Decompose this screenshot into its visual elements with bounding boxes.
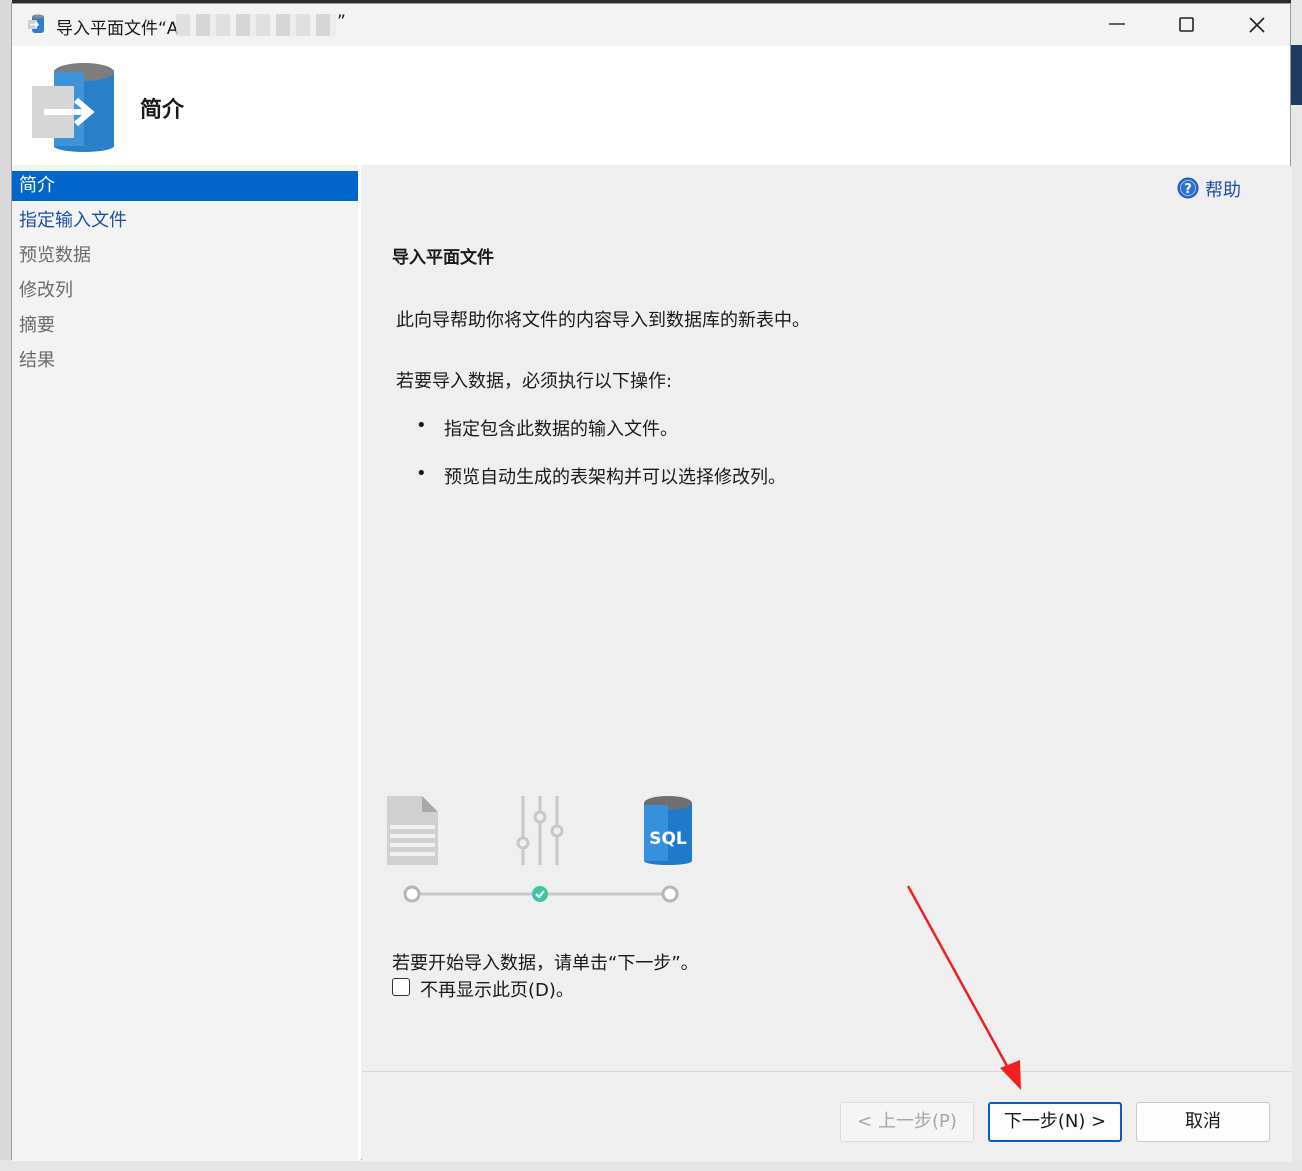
app-icon (28, 14, 44, 33)
bullet-item: 指定包含此数据的输入文件。 (444, 419, 678, 440)
background-right (1291, 0, 1302, 1171)
page-title: 简介 (140, 98, 185, 123)
next-button[interactable]: 下一步(N) > (988, 1102, 1122, 1142)
start-hint-text: 若要开始导入数据，请单击“下一步”。 (392, 953, 699, 974)
step-dot-1 (403, 885, 421, 903)
window-title-quote: ” (337, 12, 346, 32)
cancel-button[interactable]: 取消 (1136, 1102, 1270, 1142)
window-title: 导入平面文件“A (56, 19, 179, 39)
redacted-filename (176, 14, 336, 36)
maximize-button[interactable] (1152, 4, 1222, 46)
sidebar-item-modify-columns: 修改列 (19, 280, 73, 301)
import-steps-illustration: SQL (387, 796, 692, 903)
wizard-steps-sidebar: 简介 指定输入文件 预览数据 修改列 摘要 结果 (12, 166, 361, 1161)
step-dot-3 (661, 885, 679, 903)
step-dot-2-current (532, 886, 548, 902)
bullet-item: 预览自动生成的表架构并可以选择修改列。 (444, 467, 786, 488)
minimize-button[interactable] (1082, 4, 1152, 46)
sliders-icon (516, 796, 564, 865)
close-icon (1249, 17, 1265, 33)
dont-show-label[interactable]: 不再显示此页(D)。 (420, 976, 574, 1002)
bullet-dot: • (416, 415, 427, 436)
sql-label: SQL (649, 829, 687, 849)
dont-show-checkbox[interactable] (392, 978, 410, 996)
help-label: 帮助 (1205, 180, 1241, 201)
file-icon (387, 796, 438, 865)
steps-intro-text: 若要导入数据，必须执行以下操作: (396, 371, 673, 392)
maximize-icon (1179, 17, 1194, 32)
back-button[interactable]: < 上一步(P) (840, 1102, 974, 1142)
help-icon: ? (1177, 177, 1199, 199)
sidebar-item-intro[interactable]: 简介 (12, 171, 358, 201)
sidebar-item-preview-data: 预览数据 (19, 245, 91, 266)
sidebar-item-summary: 摘要 (19, 315, 55, 336)
background-right-accent (1291, 45, 1302, 105)
title-bar[interactable]: 导入平面文件“A ” (12, 4, 1290, 46)
import-database-icon (32, 63, 114, 152)
import-flat-file-dialog: 导入平面文件“A ” 简介 简介 指定输入文件 预览数据 修改列 摘要 结果 ?… (11, 3, 1292, 1162)
bullet-dot: • (416, 463, 427, 484)
sql-database-icon: SQL (644, 796, 692, 865)
sidebar-item-specify-input-file[interactable]: 指定输入文件 (12, 206, 358, 236)
wizard-header: 简介 (12, 46, 1290, 165)
section-title: 导入平面文件 (392, 248, 494, 268)
svg-text:?: ? (1184, 182, 1192, 197)
close-button[interactable] (1222, 4, 1292, 46)
wizard-content: ? 帮助 导入平面文件 此向导帮助你将文件的内容导入到数据库的新表中。 若要导入… (362, 166, 1292, 1071)
sidebar-item-results: 结果 (19, 350, 55, 371)
minimize-icon (1109, 23, 1125, 25)
wizard-footer: < 上一步(P) 下一步(N) > 取消 (362, 1071, 1292, 1162)
intro-text: 此向导帮助你将文件的内容导入到数据库的新表中。 (396, 310, 810, 331)
